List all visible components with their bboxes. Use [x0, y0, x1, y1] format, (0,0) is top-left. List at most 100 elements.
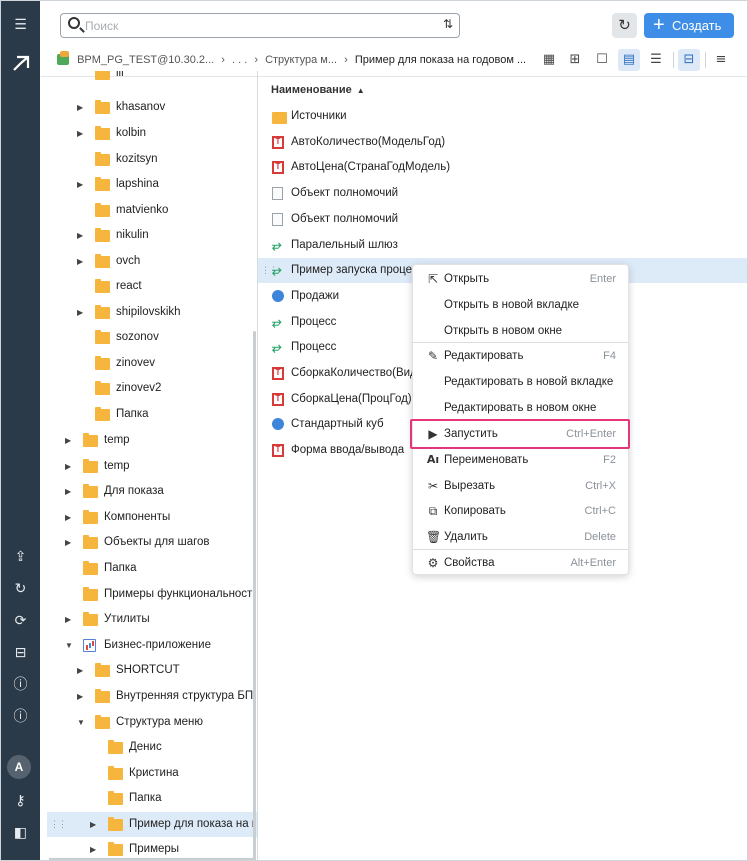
single-view-icon[interactable]: ☐	[591, 49, 613, 71]
expand-chevron-icon[interactable]: ▶	[65, 428, 71, 453]
tree-item[interactable]: Папка	[41, 786, 257, 811]
tree-item[interactable]: ▼ Бизнес-приложение	[41, 633, 257, 658]
tree-item[interactable]: Примеры функциональност	[41, 582, 257, 607]
tree-item[interactable]: ▶ Компоненты	[41, 505, 257, 530]
tree-item[interactable]: react	[41, 274, 257, 299]
hamburger-menu-icon[interactable]: ☰	[1, 15, 40, 35]
tree-item[interactable]: ▶ khasanov	[41, 95, 257, 120]
app-window: ☰ ⇪ ↻ ⟳ ⊟ ⓘ ⓘ A ⚷ ◧ ⇅ ↻ + Создать BPM_PG…	[0, 0, 748, 861]
list-item[interactable]: ⥂ Паралельный шлюз	[258, 233, 747, 258]
context-menu-item-label: Удалить	[444, 531, 488, 543]
expand-chevron-icon[interactable]: ▶	[77, 684, 83, 709]
expand-chevron-icon[interactable]: ▶	[65, 454, 71, 479]
context-menu-item[interactable]: Открыть в новой вкладке	[413, 292, 628, 318]
user-avatar[interactable]: A	[7, 755, 31, 779]
expand-chevron-icon[interactable]: ▶	[65, 479, 71, 504]
list-item-label: Процесс	[291, 315, 337, 328]
tree-scrollbar[interactable]	[253, 331, 256, 860]
info-icon[interactable]: ⓘ	[1, 707, 40, 727]
expand-chevron-icon[interactable]: ▶	[77, 249, 83, 274]
tree-item[interactable]: kozitsyn	[41, 147, 257, 172]
expand-chevron-icon[interactable]: ▶	[65, 607, 71, 632]
tree-item[interactable]: ▶ temp	[41, 428, 257, 453]
refresh-button[interactable]: ↻	[612, 13, 637, 38]
context-menu-item[interactable]: Редактировать в новой вкладке	[413, 369, 628, 395]
tree-item[interactable]: Денис	[41, 735, 257, 760]
create-button[interactable]: + Создать	[644, 13, 734, 38]
tree-item[interactable]: zinovev	[41, 351, 257, 376]
tree-item[interactable]: ▶ ovch	[41, 249, 257, 274]
list-item-label: Объект полномочий	[291, 187, 399, 200]
drag-handle-icon[interactable]: ⋮⋮	[50, 812, 67, 837]
list-item[interactable]: T АвтоКоличество(МодельГод)	[258, 130, 747, 155]
tree-item[interactable]: ▶ kolbin	[41, 121, 257, 146]
tree-item[interactable]: ▶ Объекты для шагов	[41, 530, 257, 555]
tree-item[interactable]: ▶ Для показа	[41, 479, 257, 504]
context-menu-item[interactable]: 🗑 Удалить Delete	[413, 524, 628, 550]
expand-chevron-icon[interactable]: ▶	[77, 223, 83, 248]
tree-item[interactable]: ▶ lapshina	[41, 172, 257, 197]
tree-item[interactable]: Папка	[41, 402, 257, 427]
folder-icon	[83, 587, 98, 601]
tree-item[interactable]: ▼ Структура меню	[41, 710, 257, 735]
grid-small-view-icon[interactable]: ▦	[538, 49, 560, 71]
tree-item[interactable]: ▶ SHORTCUT	[41, 658, 257, 683]
context-menu-item[interactable]: ⧉ Копировать Ctrl+C	[413, 498, 628, 524]
tree-item[interactable]: Кристина	[41, 761, 257, 786]
help-icon[interactable]: ⓘ	[1, 675, 40, 695]
list-item[interactable]: T АвтоЦена(СтранаГодМодель)	[258, 155, 747, 180]
context-menu-item[interactable]: Открыть в новом окне	[413, 318, 628, 344]
tree-item[interactable]: ⋮⋮ ▶ Пример для показа на г	[47, 812, 257, 837]
expand-chevron-icon[interactable]: ▶	[65, 530, 71, 555]
collapse-chevron-icon[interactable]: ▼	[65, 633, 73, 658]
expand-chevron-icon[interactable]: ▶	[65, 505, 71, 530]
upload-icon[interactable]: ⇪	[1, 547, 40, 567]
expand-chevron-icon[interactable]: ▶	[77, 95, 83, 120]
context-menu-item[interactable]: ✎ Редактировать F4	[413, 343, 628, 369]
tree-item[interactable]: ▶ Внутренняя структура БП	[41, 684, 257, 709]
breadcrumb-folder[interactable]: Структура м...	[265, 54, 337, 66]
toggle-icon[interactable]: ⊟	[1, 643, 40, 663]
context-menu-item[interactable]: ⚙ Свойства Alt+Enter	[413, 550, 628, 576]
tree-item[interactable]: matvienko	[41, 198, 257, 223]
breadcrumb-connection[interactable]: BPM_PG_TEST@10.30.2...	[77, 54, 214, 66]
breadcrumb-ellipsis[interactable]: . . .	[232, 54, 247, 66]
tree-item[interactable]: sozonov	[41, 325, 257, 350]
tree-item[interactable]: ▶ temp	[41, 454, 257, 479]
search-input[interactable]	[85, 16, 425, 35]
context-menu-item[interactable]: ✂ Вырезать Ctrl+X	[413, 473, 628, 499]
exit-icon[interactable]: ◧	[1, 823, 40, 843]
expand-chevron-icon[interactable]: ▶	[77, 658, 83, 683]
tree-item[interactable]: Папка	[41, 556, 257, 581]
list-item[interactable]: Объект полномочий	[258, 207, 747, 232]
grid-large-view-icon[interactable]: ⊞	[564, 49, 586, 71]
folder-icon	[95, 254, 110, 268]
logo-icon[interactable]	[1, 53, 40, 73]
list-item[interactable]: Объект полномочий	[258, 181, 747, 206]
sync-icon[interactable]: ⟳	[1, 611, 40, 631]
tree-item[interactable]: ▶ nikulin	[41, 223, 257, 248]
context-menu-item[interactable]: ⇱ Открыть Enter	[413, 266, 628, 292]
context-menu-item[interactable]: Aı Переименовать F2	[413, 447, 628, 473]
expand-chevron-icon[interactable]: ▶	[77, 121, 83, 146]
context-menu-shortcut: Delete	[584, 531, 616, 543]
column-header-name[interactable]: Наименование ▲	[271, 84, 365, 96]
refresh-add-icon[interactable]: ↻	[1, 579, 40, 599]
tree-panel-toggle-icon[interactable]: ⊟	[678, 49, 700, 71]
filter-icon[interactable]: ≡	[710, 49, 732, 71]
filter-settings-icon[interactable]: ⇅	[443, 17, 453, 31]
table-view-icon[interactable]: ▤	[618, 49, 640, 71]
list-view-icon[interactable]: ☰	[645, 49, 667, 71]
tree-item[interactable]: ▶ shipilovskikh	[41, 300, 257, 325]
tree-item[interactable]: zinovev2	[41, 376, 257, 401]
expand-chevron-icon[interactable]: ▶	[77, 300, 83, 325]
list-item[interactable]: Источники	[258, 104, 747, 129]
key-icon[interactable]: ⚷	[1, 791, 40, 811]
context-menu-item[interactable]: Редактировать в новом окне	[413, 395, 628, 421]
context-menu-item-label: Редактировать в новой вкладке	[444, 376, 614, 388]
tree-item[interactable]: ▶ Утилиты	[41, 607, 257, 632]
collapse-chevron-icon[interactable]: ▼	[77, 710, 85, 735]
expand-chevron-icon[interactable]: ▶	[77, 172, 83, 197]
expand-chevron-icon[interactable]: ▶	[90, 812, 96, 837]
tree-item[interactable]: ill	[41, 71, 257, 86]
